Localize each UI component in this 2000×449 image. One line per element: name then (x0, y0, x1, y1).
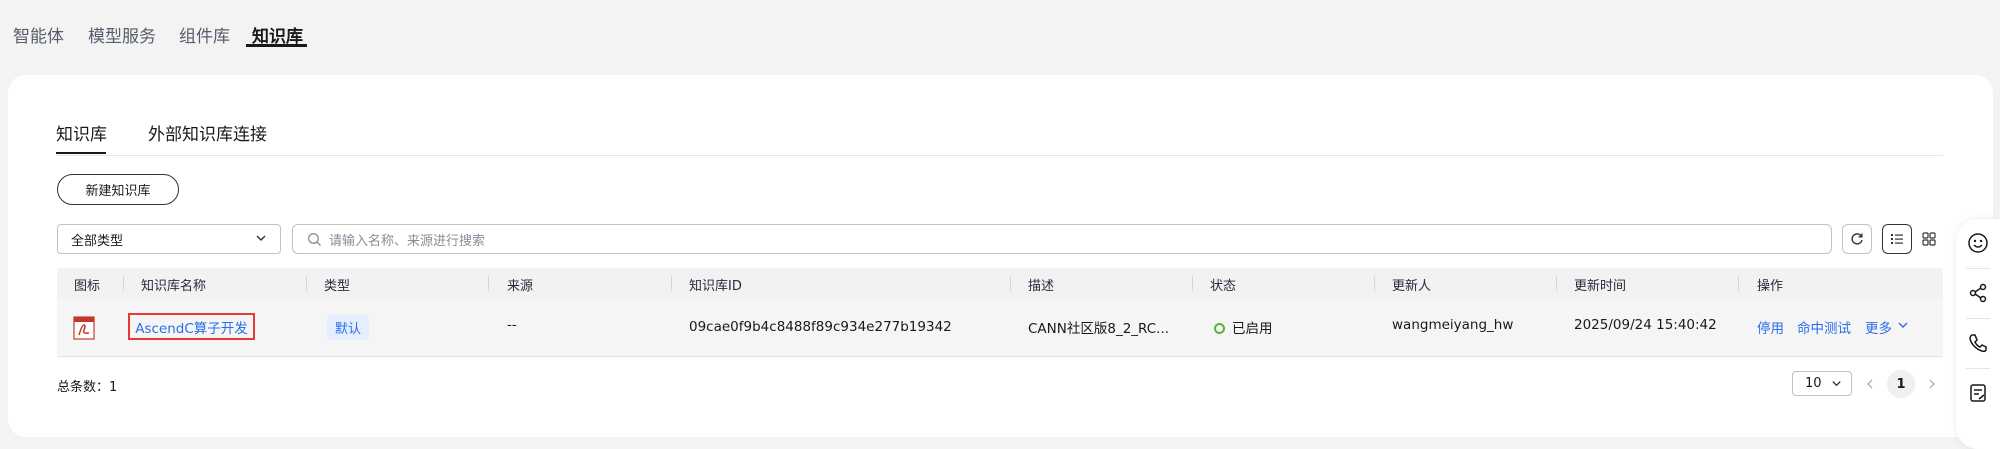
col-type: 类型 (324, 279, 351, 294)
source-value: -- (507, 317, 517, 333)
status-enabled-icon (1214, 323, 1225, 334)
col-separator (1374, 276, 1375, 291)
pdf-file-icon (73, 316, 95, 340)
main-card (8, 75, 1993, 437)
chevron-down-icon (256, 235, 266, 241)
edit-document-icon (1970, 384, 1986, 402)
col-separator (488, 276, 489, 291)
tab-divider (56, 155, 1943, 156)
refresh-icon (1851, 233, 1863, 245)
phone-icon (1969, 334, 1987, 353)
type-badge: 默认 (327, 315, 370, 340)
col-separator (306, 276, 307, 291)
nav-active-underline (246, 44, 307, 47)
col-status: 状态 (1210, 279, 1237, 294)
knowledge-base-name: AscendC算子开发 (135, 320, 248, 337)
col-separator (1738, 276, 1739, 291)
col-source: 来源 (507, 279, 534, 294)
hit-test-link[interactable]: 命中测试 (1797, 317, 1851, 337)
updated-time-value: 2025/09/24 15:40:42 (1574, 317, 1717, 333)
col-description: 描述 (1028, 279, 1055, 294)
next-page-icon[interactable] (1925, 377, 1939, 391)
page-size-value: 10 (1805, 376, 1822, 391)
col-updated-time: 更新时间 (1574, 279, 1627, 294)
prev-page-icon[interactable] (1863, 377, 1877, 391)
col-actions: 操作 (1757, 279, 1784, 294)
col-separator (671, 276, 672, 291)
floating-toolbar (1956, 219, 2000, 449)
share-icon (1969, 283, 1987, 303)
total-count: 总条数：1 (57, 380, 118, 395)
tab-external-knowledge-connection[interactable]: 外部知识库连接 (148, 120, 267, 145)
tab-knowledge-base[interactable]: 知识库 (56, 120, 107, 145)
grid-view-button[interactable] (1914, 224, 1944, 254)
row-divider (57, 356, 1943, 357)
smiley-icon (1968, 233, 1988, 253)
list-view-icon (1891, 234, 1903, 244)
col-separator (1010, 276, 1011, 291)
chevron-down-icon (1832, 381, 1841, 387)
feedback-button[interactable] (1956, 219, 2000, 267)
table-header: 图标 知识库名称 类型 来源 知识库ID 描述 状态 更新人 更新时间 操作 (57, 268, 1943, 298)
nav-model-services[interactable]: 模型服务 (88, 22, 156, 47)
col-icon: 图标 (74, 279, 101, 294)
nav-component-library[interactable]: 组件库 (179, 22, 230, 47)
grid-view-icon (1922, 232, 1936, 246)
knowledge-base-name-link[interactable]: AscendC算子开发 (128, 313, 255, 340)
notes-button[interactable] (1956, 369, 2000, 417)
disable-link[interactable]: 停用 (1757, 317, 1784, 337)
page-number-current[interactable]: 1 (1887, 370, 1915, 398)
search-placeholder: 请输入名称、来源进行搜索 (329, 233, 486, 249)
tab-active-underline (56, 152, 106, 154)
col-separator (123, 276, 124, 291)
search-icon (308, 233, 321, 246)
new-knowledge-base-button[interactable]: 新建知识库 (57, 174, 179, 205)
updater-value: wangmeiyang_hw (1392, 317, 1514, 333)
table-row: AscendC算子开发 默认 -- 09cae0f9b4c8488f89c934… (57, 298, 1943, 356)
status-value: 已启用 (1232, 321, 1273, 337)
type-select-value: 全部类型 (71, 233, 124, 249)
type-select[interactable]: 全部类型 (57, 224, 281, 254)
page-size-select[interactable]: 10 (1792, 371, 1852, 396)
search-input[interactable]: 请输入名称、来源进行搜索 (292, 224, 1832, 254)
knowledge-base-id: 09cae0f9b4c8488f89c934e277b19342 (689, 319, 952, 335)
description-value: CANN社区版8_2_RC... (1028, 321, 1170, 337)
contact-button[interactable] (1956, 319, 2000, 367)
col-id: 知识库ID (689, 279, 742, 294)
list-view-button[interactable] (1882, 224, 1912, 254)
col-updater: 更新人 (1392, 279, 1432, 294)
col-name: 知识库名称 (141, 279, 207, 294)
col-separator (1192, 276, 1193, 291)
share-button[interactable] (1956, 269, 2000, 317)
chevron-down-icon[interactable] (1896, 318, 1910, 332)
refresh-button[interactable] (1842, 224, 1872, 254)
more-link[interactable]: 更多 (1865, 317, 1892, 337)
nav-agents[interactable]: 智能体 (13, 22, 64, 47)
col-separator (1556, 276, 1557, 291)
